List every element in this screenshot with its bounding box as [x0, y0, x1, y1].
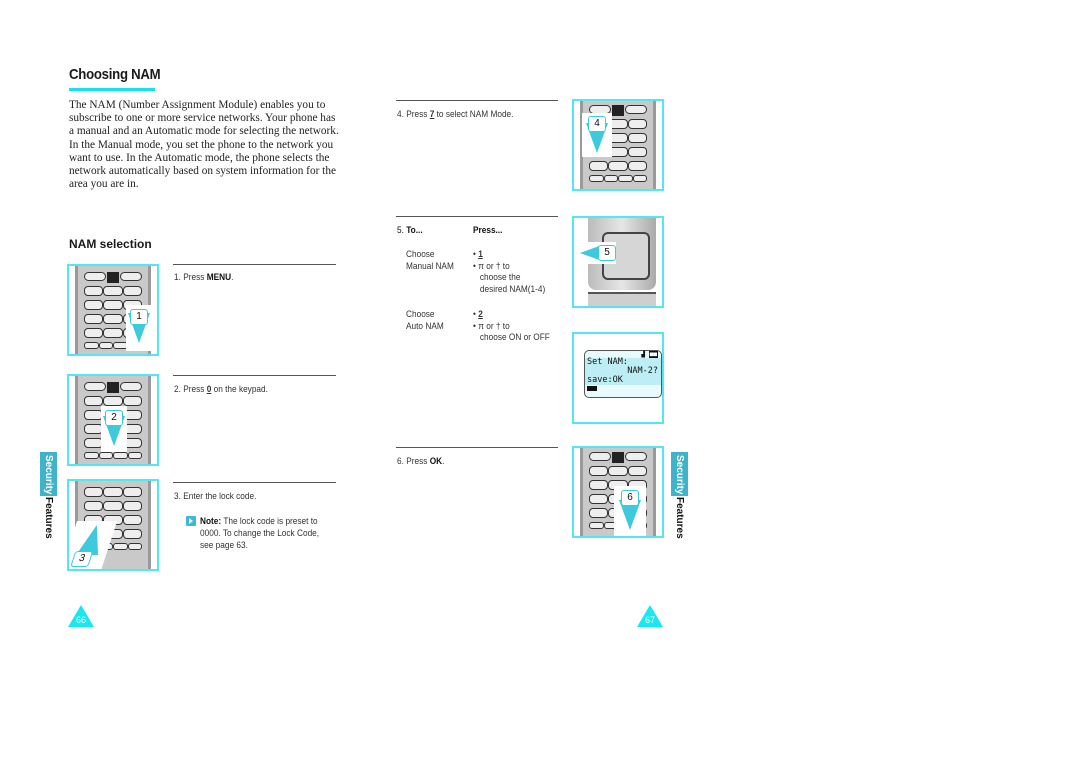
step-divider — [173, 482, 336, 483]
ok-key: OK — [429, 456, 443, 466]
callout-4: 4 — [582, 113, 612, 157]
step-divider — [396, 100, 558, 101]
table-header-to: 5. To... — [397, 225, 423, 235]
note-icon — [186, 516, 196, 526]
step3-text: 3. Enter the lock code. — [174, 491, 257, 501]
step5-illustration: 5 — [572, 216, 664, 308]
lcd-illustration: ▟ ■■ Set NAM: NAM-2? save:OK — [572, 332, 664, 424]
roam-icon: ■■ — [648, 351, 658, 358]
step1-text: 1. Press MENU. — [174, 272, 234, 282]
note-text: Note: The lock code is preset to 0000. T… — [200, 516, 320, 550]
row1-action: Choose Manual NAM — [406, 249, 454, 271]
step1-illustration: 1 — [67, 264, 159, 356]
step2-text: 2. Press 0 on the keypad. — [174, 384, 268, 394]
step-divider — [396, 216, 558, 217]
step3-illustration: 3 — [67, 479, 159, 571]
battery-icon — [587, 386, 597, 391]
step6-illustration: 6 — [572, 446, 664, 538]
section-tab-features: Features — [43, 497, 54, 539]
step2-illustration: 2 — [67, 374, 159, 466]
row1-press: • 1 • π or † to choose the desired NAM(1… — [473, 249, 546, 294]
step4-illustration: 4 — [572, 99, 664, 191]
step6-text: 6. Press OK. — [397, 456, 445, 466]
callout-5: 5 — [576, 242, 616, 264]
page-number: 67 — [644, 615, 655, 625]
callout-1: 1 — [126, 305, 152, 351]
row2-press: • 2 • π or † to choose ON or OFF — [473, 309, 550, 342]
table-header-press: Press... — [473, 225, 503, 235]
lcd-screen: ▟ ■■ Set NAM: NAM-2? save:OK — [584, 350, 662, 398]
callout-2: 2 — [101, 406, 127, 452]
step4-text: 4. Press 7 to select NAM Mode. — [397, 109, 514, 119]
section-heading: NAM selection — [69, 237, 152, 251]
menu-key: MENU — [206, 272, 232, 282]
section-tab-security: Security — [671, 452, 688, 496]
row2-action: Choose Auto NAM — [406, 309, 444, 331]
signal-icon: ▟ — [641, 351, 646, 358]
page-title: Choosing NAM — [69, 66, 161, 83]
step-divider — [173, 375, 336, 376]
page-number: 66 — [75, 615, 86, 625]
lcd-line3: save:OK — [585, 376, 661, 385]
intro-paragraph: The NAM (Number Assignment Module) enabl… — [69, 99, 339, 191]
section-tab-security: Security — [40, 452, 57, 496]
step-divider — [173, 264, 336, 265]
step-divider — [396, 447, 558, 448]
callout-6: 6 — [614, 486, 646, 536]
title-underline — [69, 88, 155, 91]
section-tab-features: Features — [674, 497, 685, 539]
